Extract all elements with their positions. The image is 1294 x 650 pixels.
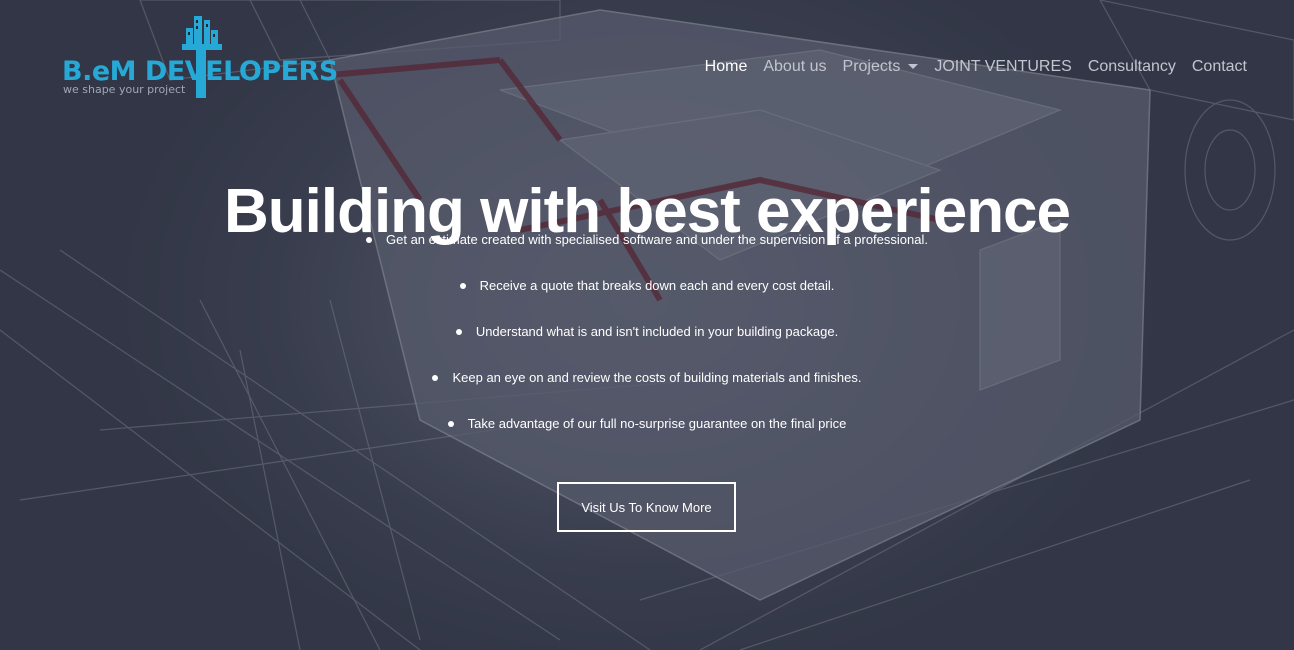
nav-item-projects[interactable]: Projects <box>843 58 919 76</box>
main-navigation: Home About us Projects JOINT VENTURES Co… <box>705 54 1247 80</box>
feature-text: Take advantage of our full no-surprise g… <box>467 416 847 431</box>
feature-item: Understand what is and isn't included in… <box>0 318 1294 364</box>
visit-us-button[interactable]: Visit Us To Know More <box>557 482 736 532</box>
feature-text: Understand what is and isn't included in… <box>475 324 839 339</box>
brand-logo[interactable]: B.eM DEVELOPERS we shape your project <box>60 14 338 104</box>
feature-text: Get an estimate created with specialised… <box>386 232 928 247</box>
chevron-down-icon <box>908 64 919 70</box>
nav-item-contact[interactable]: Contact <box>1192 58 1247 76</box>
feature-item: Take advantage of our full no-surprise g… <box>0 410 1294 456</box>
feature-list: Get an estimate created with specialised… <box>0 226 1294 456</box>
bullet-icon <box>432 374 439 381</box>
bullet-icon <box>455 328 462 335</box>
feature-text: Receive a quote that breaks down each an… <box>479 278 835 293</box>
nav-item-home[interactable]: Home <box>705 58 748 76</box>
nav-item-projects-label: Projects <box>842 58 901 75</box>
nav-item-about-us[interactable]: About us <box>763 58 826 76</box>
nav-item-consultancy[interactable]: Consultancy <box>1088 58 1176 76</box>
feature-item: Get an estimate created with specialised… <box>0 226 1294 272</box>
feature-text: Keep an eye on and review the costs of b… <box>452 370 862 385</box>
nav-item-joint-ventures[interactable]: JOINT VENTURES <box>934 58 1072 76</box>
feature-item: Keep an eye on and review the costs of b… <box>0 364 1294 410</box>
feature-item: Receive a quote that breaks down each an… <box>0 272 1294 318</box>
bullet-icon <box>447 420 454 427</box>
brand-tagline: we shape your project <box>63 83 186 96</box>
bullet-icon <box>459 282 466 289</box>
bullet-icon <box>366 236 372 243</box>
